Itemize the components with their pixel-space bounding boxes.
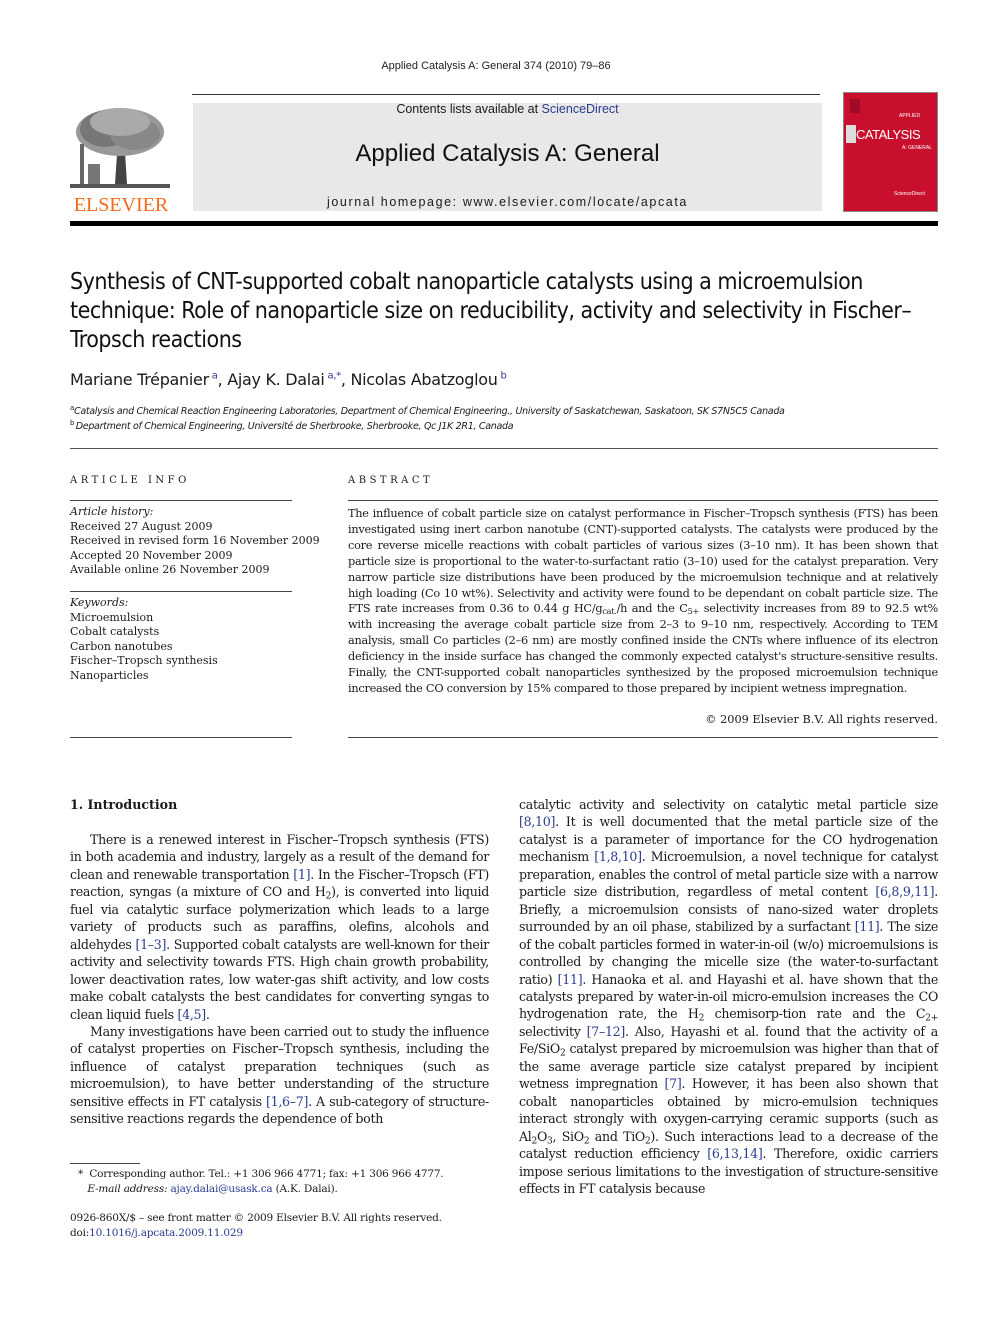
author-list: Mariane Trépanier a, Ajay K. Dalai a,*, … bbox=[70, 370, 507, 389]
keyword-item: Cobalt catalysts bbox=[70, 625, 160, 638]
elsevier-wordmark: ELSEVIER bbox=[73, 194, 169, 216]
text: and TiO bbox=[589, 1128, 645, 1144]
abstract-part: selectivity increases from 89 to 92.5 wt… bbox=[348, 602, 938, 695]
email-suffix: (A.K. Dalai). bbox=[272, 1182, 338, 1195]
section-heading-introduction: 1. Introduction bbox=[70, 797, 178, 812]
journal-name: Applied Catalysis A: General bbox=[355, 140, 660, 167]
contents-prefix: Contents lists available at bbox=[396, 102, 542, 116]
affiliation-a: aCatalysis and Chemical Reaction Enginee… bbox=[70, 404, 785, 417]
author-name[interactable]: Nicolas Abatzoglou bbox=[350, 370, 497, 389]
journal-cover-image: APPLIED CATALYSIS A: GENERAL ScienceDire… bbox=[843, 92, 938, 212]
abstract-part: The influence of cobalt particle size on… bbox=[348, 507, 938, 616]
cover-title: CATALYSIS bbox=[856, 127, 921, 142]
article-info-label: ARTICLE INFO bbox=[70, 475, 190, 486]
keywords-rule bbox=[70, 591, 292, 592]
corresponding-author-note: * Corresponding author. Tel.: +1 306 966… bbox=[78, 1167, 444, 1196]
keyword-item: Microemulsion bbox=[70, 610, 154, 624]
reference-link[interactable]: [1–3] bbox=[135, 937, 166, 952]
paragraph: Many investigations have been carried ou… bbox=[70, 1023, 489, 1128]
header-rule bbox=[192, 94, 820, 95]
history-item: Available online 26 November 2009 bbox=[70, 563, 270, 576]
author-name[interactable]: Mariane Trépanier bbox=[70, 370, 209, 389]
cover-footer: ScienceDirect bbox=[894, 191, 925, 197]
keyword-item: Carbon nanotubes bbox=[70, 639, 173, 653]
reference-link[interactable]: [11] bbox=[855, 919, 880, 934]
email-link[interactable]: ajay.dalai@usask.ca bbox=[171, 1183, 273, 1195]
abstract-text: The influence of cobalt particle size on… bbox=[348, 506, 938, 697]
journal-homepage-link[interactable]: journal homepage: www.elsevier.com/locat… bbox=[193, 195, 822, 209]
article-history-label: Article history: bbox=[70, 505, 154, 518]
section-divider bbox=[70, 448, 938, 449]
paragraph: There is a renewed interest in Fischer–T… bbox=[70, 831, 489, 1023]
affiliation-b: b Department of Chemical Engineering, Un… bbox=[70, 419, 514, 433]
keyword-item: Fischer–Tropsch synthesis bbox=[70, 654, 218, 667]
reference-link[interactable]: [4,5] bbox=[178, 1007, 207, 1022]
text: O bbox=[537, 1128, 548, 1144]
body-column-left: There is a renewed interest in Fischer–T… bbox=[70, 831, 489, 1128]
paragraph: catalytic activity and selectivity on ca… bbox=[519, 796, 938, 1197]
contents-line: Contents lists available at ScienceDirec… bbox=[193, 102, 822, 116]
abstract-rule bbox=[348, 500, 938, 501]
text: selectivity bbox=[519, 1023, 587, 1039]
history-item: Received 27 August 2009 bbox=[70, 519, 213, 533]
doi-link[interactable]: 10.1016/j.apcata.2009.11.029 bbox=[89, 1227, 243, 1239]
footnote-rule bbox=[70, 1163, 140, 1164]
reference-link[interactable]: [7] bbox=[665, 1076, 682, 1091]
journal-citation: Applied Catalysis A: General 374 (2010) … bbox=[381, 60, 611, 72]
subscript: 2+ bbox=[925, 1013, 938, 1024]
abstract-bottom-rule bbox=[348, 737, 938, 738]
text: catalytic activity and selectivity on ca… bbox=[519, 797, 938, 812]
cover-general-label: A: GENERAL bbox=[902, 145, 933, 151]
footnote-star: * bbox=[78, 1168, 84, 1180]
issn-text: 0926-860X/$ – see front matter © 2009 El… bbox=[70, 1212, 442, 1224]
subscript: 5+ bbox=[687, 606, 700, 617]
header-thick-rule bbox=[70, 221, 938, 226]
article-history: Article history: Received 27 August 2009… bbox=[70, 505, 320, 578]
subscript: cat. bbox=[602, 606, 617, 617]
article-info-bottom-rule bbox=[70, 737, 292, 738]
text: , SiO bbox=[552, 1128, 585, 1144]
keywords: Keywords: Microemulsion Cobalt catalysts… bbox=[70, 596, 218, 683]
cover-logo-icon bbox=[850, 99, 860, 113]
text: . bbox=[205, 1006, 210, 1022]
footnote-text: Corresponding author. Tel.: +1 306 966 4… bbox=[89, 1168, 444, 1180]
history-item: Accepted 20 November 2009 bbox=[70, 548, 233, 562]
author-name[interactable]: Ajay K. Dalai bbox=[227, 370, 325, 389]
affiliation-marker: b bbox=[70, 419, 75, 427]
reference-link[interactable]: [8,10] bbox=[519, 814, 555, 829]
article-info-rule bbox=[70, 500, 292, 501]
reference-link[interactable]: [11] bbox=[558, 972, 583, 987]
author-affiliation-marker[interactable]: b bbox=[501, 371, 507, 382]
reference-link[interactable]: [1,6–7] bbox=[266, 1094, 308, 1109]
doi-label: doi: bbox=[70, 1226, 90, 1239]
reference-link[interactable]: [7–12] bbox=[587, 1024, 626, 1039]
abstract-copyright: © 2009 Elsevier B.V. All rights reserved… bbox=[705, 713, 938, 726]
reference-link[interactable]: [1,8,10] bbox=[594, 849, 642, 864]
email-label: E-mail address: bbox=[87, 1182, 171, 1195]
reference-link[interactable]: [6,8,9,11] bbox=[875, 884, 934, 899]
sciencedirect-link[interactable]: ScienceDirect bbox=[542, 102, 619, 116]
author-affiliation-marker[interactable]: a bbox=[212, 371, 218, 382]
affiliation-text: Department of Chemical Engineering, Univ… bbox=[75, 421, 514, 433]
reference-link[interactable]: [6,13,14] bbox=[707, 1146, 763, 1161]
author-affiliation-marker[interactable]: a,* bbox=[327, 371, 341, 382]
cover-applied-label: APPLIED bbox=[899, 113, 921, 119]
history-item: Received in revised form 16 November 200… bbox=[70, 534, 320, 547]
affiliation-text: Catalysis and Chemical Reaction Engineer… bbox=[74, 406, 785, 418]
article-title: Synthesis of CNT-supported cobalt nanopa… bbox=[70, 269, 912, 353]
reference-link[interactable]: [1] bbox=[293, 867, 310, 882]
keyword-item: Nanoparticles bbox=[70, 668, 149, 682]
keywords-label: Keywords: bbox=[70, 596, 129, 609]
cover-graphic bbox=[846, 125, 856, 143]
front-matter-note: 0926-860X/$ – see front matter © 2009 El… bbox=[70, 1211, 442, 1240]
text: chemisorp-tion rate and the C bbox=[704, 1006, 926, 1022]
abstract-label: ABSTRACT bbox=[348, 475, 434, 486]
body-column-right: catalytic activity and selectivity on ca… bbox=[519, 796, 938, 1197]
abstract-part: /h and the C bbox=[616, 602, 688, 616]
